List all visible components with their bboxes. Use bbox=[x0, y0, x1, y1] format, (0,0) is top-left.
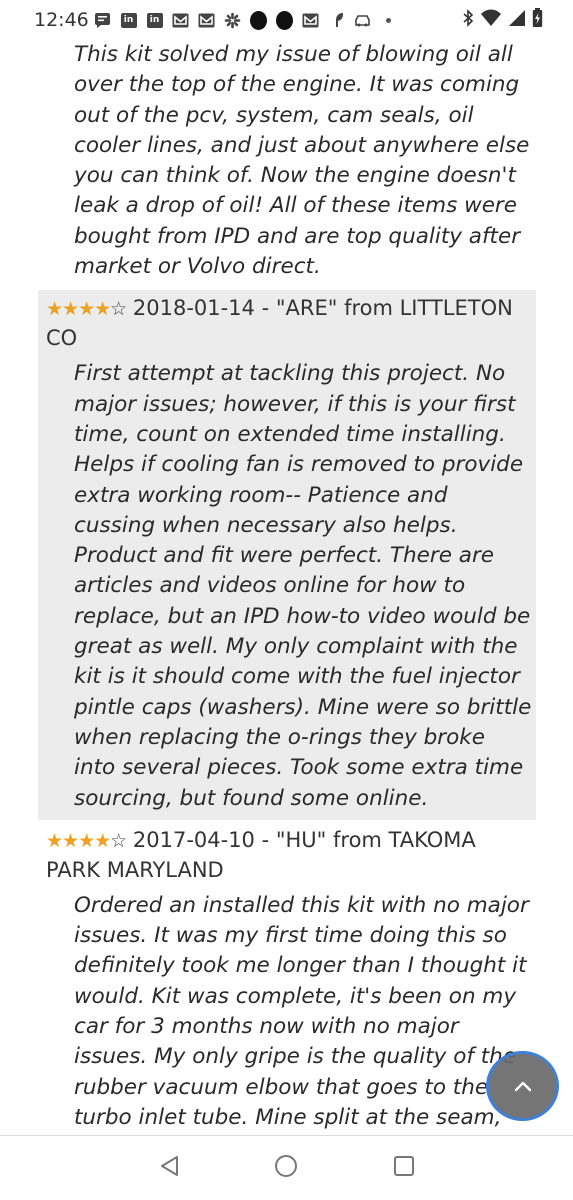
app-dot-icon bbox=[250, 10, 267, 30]
review-item: ★★★★☆ 2017-04-10 - "HU" from TAKOMA PARK… bbox=[38, 820, 536, 1164]
more-dot-icon bbox=[380, 12, 397, 29]
linkedin-icon: in bbox=[146, 12, 163, 29]
filled-stars: ★★★★ bbox=[46, 298, 111, 321]
review-text: This kit solved my issue of blowing oil … bbox=[74, 42, 530, 280]
scroll-to-top-button[interactable] bbox=[486, 1051, 559, 1121]
home-button[interactable] bbox=[272, 1154, 300, 1182]
battery-charging-icon bbox=[532, 8, 543, 32]
empty-star: ☆ bbox=[110, 829, 127, 852]
back-icon bbox=[158, 1154, 182, 1182]
notification-icons: in in bbox=[94, 10, 406, 30]
home-icon bbox=[273, 1153, 299, 1183]
status-bar: 12:46 in in bbox=[0, 0, 573, 40]
message-icon bbox=[94, 12, 111, 29]
recents-button[interactable] bbox=[390, 1154, 418, 1182]
car-icon bbox=[354, 12, 371, 29]
wifi-icon bbox=[480, 9, 502, 31]
review-header: ★★★★☆ 2018-01-14 - "ARE" from LITTLETON … bbox=[46, 294, 536, 353]
navigation-bar bbox=[0, 1135, 573, 1200]
bluetooth-icon bbox=[462, 9, 474, 31]
system-icons bbox=[462, 8, 543, 32]
review-header: ★★★★☆ 2017-04-10 - "HU" from TAKOMA PARK… bbox=[46, 826, 536, 885]
filled-stars: ★★★★ bbox=[46, 829, 111, 852]
signal-icon bbox=[508, 9, 526, 31]
gmail-icon bbox=[198, 12, 215, 29]
app-dot-icon bbox=[276, 10, 293, 30]
sprout-icon bbox=[328, 12, 345, 29]
review-item: This kit solved my issue of blowing oil … bbox=[38, 40, 536, 290]
gmail-icon bbox=[172, 12, 189, 29]
review-text: Ordered an installed this kit with no ma… bbox=[74, 892, 529, 1160]
chevron-up-icon bbox=[513, 1077, 533, 1096]
linkedin-icon: in bbox=[120, 12, 137, 29]
review-item: ★★★★☆ 2018-01-14 - "ARE" from LITTLETON … bbox=[38, 290, 536, 820]
empty-star: ☆ bbox=[110, 298, 127, 321]
gmail-icon bbox=[302, 12, 319, 29]
star-rating: ★★★★☆ bbox=[46, 298, 127, 321]
recents-icon bbox=[392, 1154, 416, 1182]
slack-icon bbox=[224, 12, 241, 29]
review-text: First attempt at tackling this project. … bbox=[74, 361, 532, 811]
back-button[interactable] bbox=[156, 1154, 184, 1182]
status-time: 12:46 bbox=[34, 9, 89, 31]
star-rating: ★★★★☆ bbox=[46, 829, 127, 852]
review-list: This kit solved my issue of blowing oil … bbox=[38, 40, 536, 1164]
